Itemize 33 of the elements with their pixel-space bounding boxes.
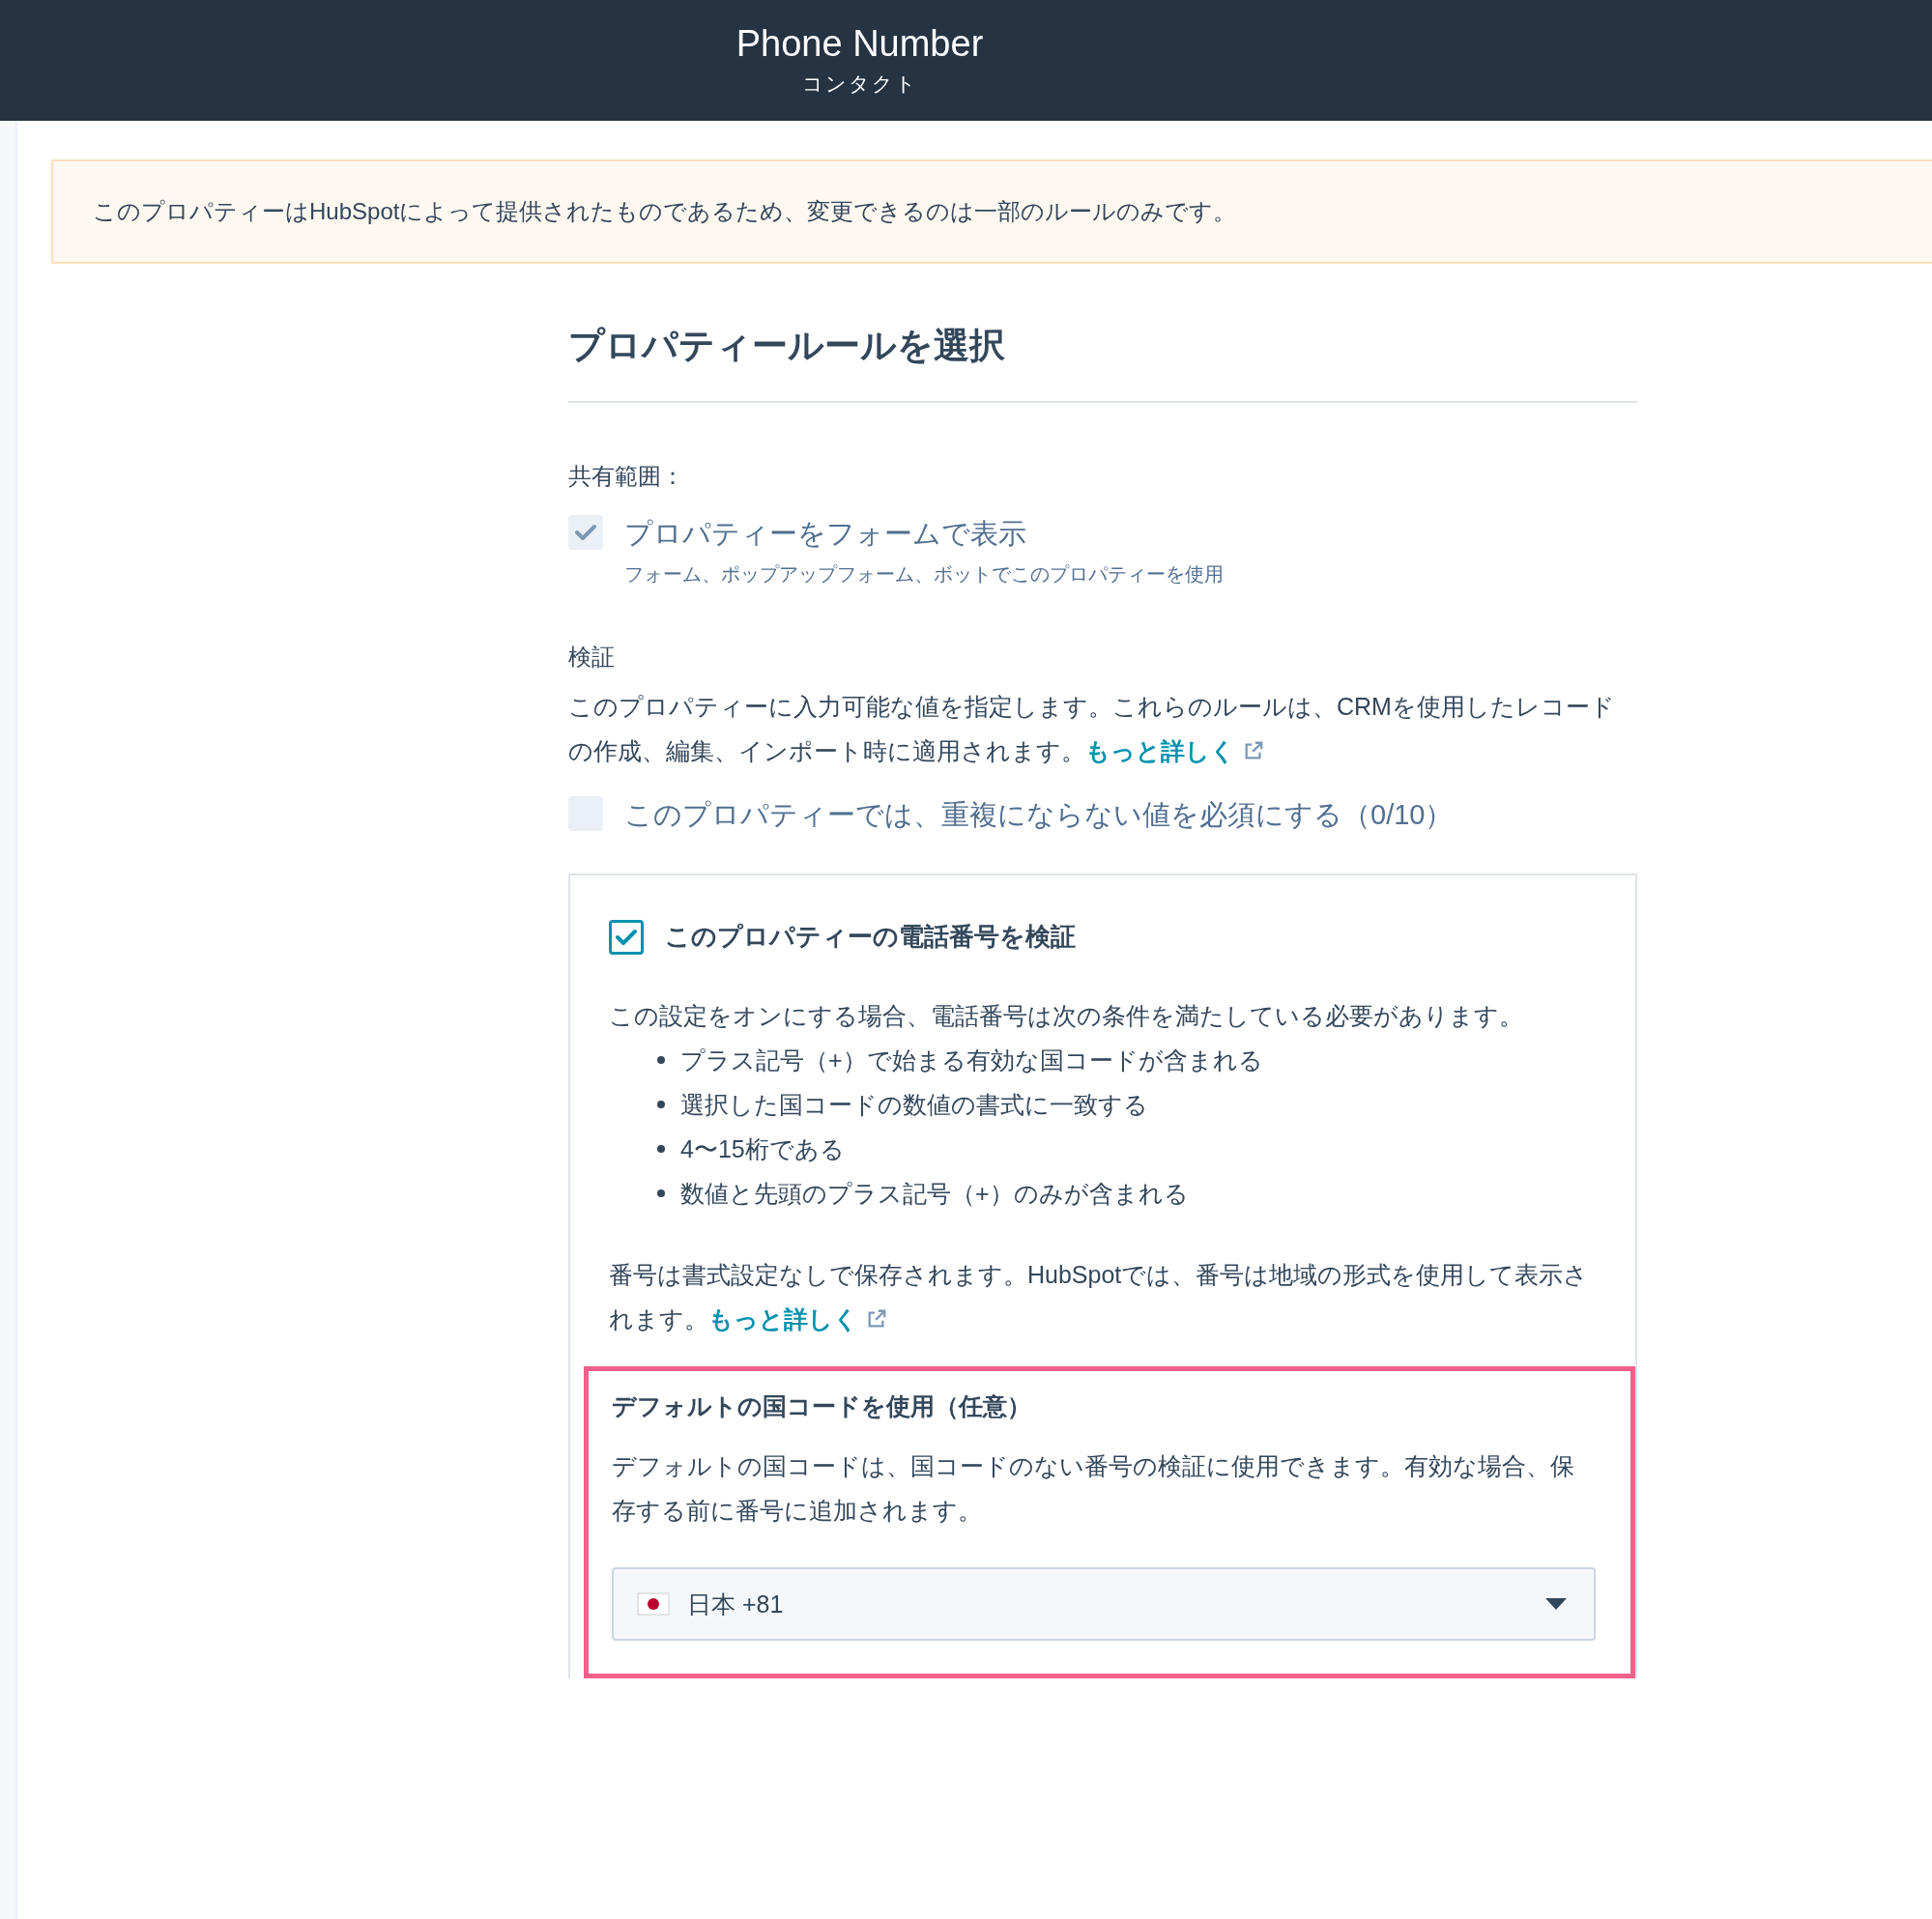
validation-description: このプロパティーに入力可能な値を指定します。これらのルールは、CRMを使用したレコードの作成、編集、インポート時に適用されます。もっと詳しく	[568, 684, 1637, 773]
check-icon	[616, 929, 637, 946]
default-country-description: デフォルトの国コードは、国コードのない番号の検証に使用できます。有効な場合、保存する前に番号に追加されます。	[612, 1451, 1575, 1526]
conditions-intro: この設定をオンにする場合、電話番号は次の条件を満たしている必要があります。	[609, 1001, 1524, 1031]
page-subtitle: コンタクト	[801, 72, 918, 97]
format-note: 番号は書式設定なしで保存されます。HubSpotでは、番号は地域の形式を使用して表示されます。もっと詳しく	[609, 1252, 1635, 1341]
checkbox-label: このプロパティーでは、重複にならない値を必須にする（0/10）	[624, 798, 1454, 832]
condition-item: プラス記号（+）で始まる有効な国コードが含まれる	[680, 1045, 1263, 1075]
field-label: 共有範囲：	[568, 462, 685, 491]
caret-icon	[1545, 1598, 1567, 1610]
checkbox-label: このプロパティーの電話番号を検証	[665, 921, 1076, 953]
check-icon	[575, 524, 596, 541]
bullet-icon	[657, 1189, 665, 1197]
condition-item: 数値と先頭のプラス記号（+）のみが含まれる	[680, 1179, 1189, 1209]
notice-banner: このプロパティーはHubSpotによって提供されたものであるため、変更できるのは一部のルールのみです。	[51, 159, 1932, 264]
external-link-icon	[1243, 740, 1264, 761]
learn-more-link[interactable]: もっと詳しく	[708, 1297, 887, 1341]
condition-item: 4〜15桁である	[680, 1134, 845, 1164]
bullet-icon	[657, 1056, 665, 1064]
flag-icon	[637, 1592, 670, 1616]
country-select[interactable]: 日本 +81	[612, 1567, 1596, 1641]
section-title: プロパティールールを選択	[568, 322, 1637, 403]
learn-more-link[interactable]: もっと詳しく	[1085, 729, 1264, 773]
external-link-icon	[866, 1308, 887, 1330]
checkbox-description: フォーム、ポップアップフォーム、ボットでこのプロパティーを使用	[624, 562, 1224, 587]
page-title: Phone Number	[735, 23, 984, 65]
bullet-icon	[657, 1101, 665, 1108]
checkbox[interactable]	[609, 920, 644, 955]
checkbox-label: プロパティーをフォームで表示	[624, 517, 1027, 551]
subsection-title: デフォルトの国コードを使用（任意）	[612, 1391, 1032, 1421]
condition-item: 選択した国コードの数値の書式に一致する	[680, 1090, 1148, 1120]
bullet-icon	[657, 1145, 665, 1153]
field-label: 検証	[568, 643, 616, 672]
